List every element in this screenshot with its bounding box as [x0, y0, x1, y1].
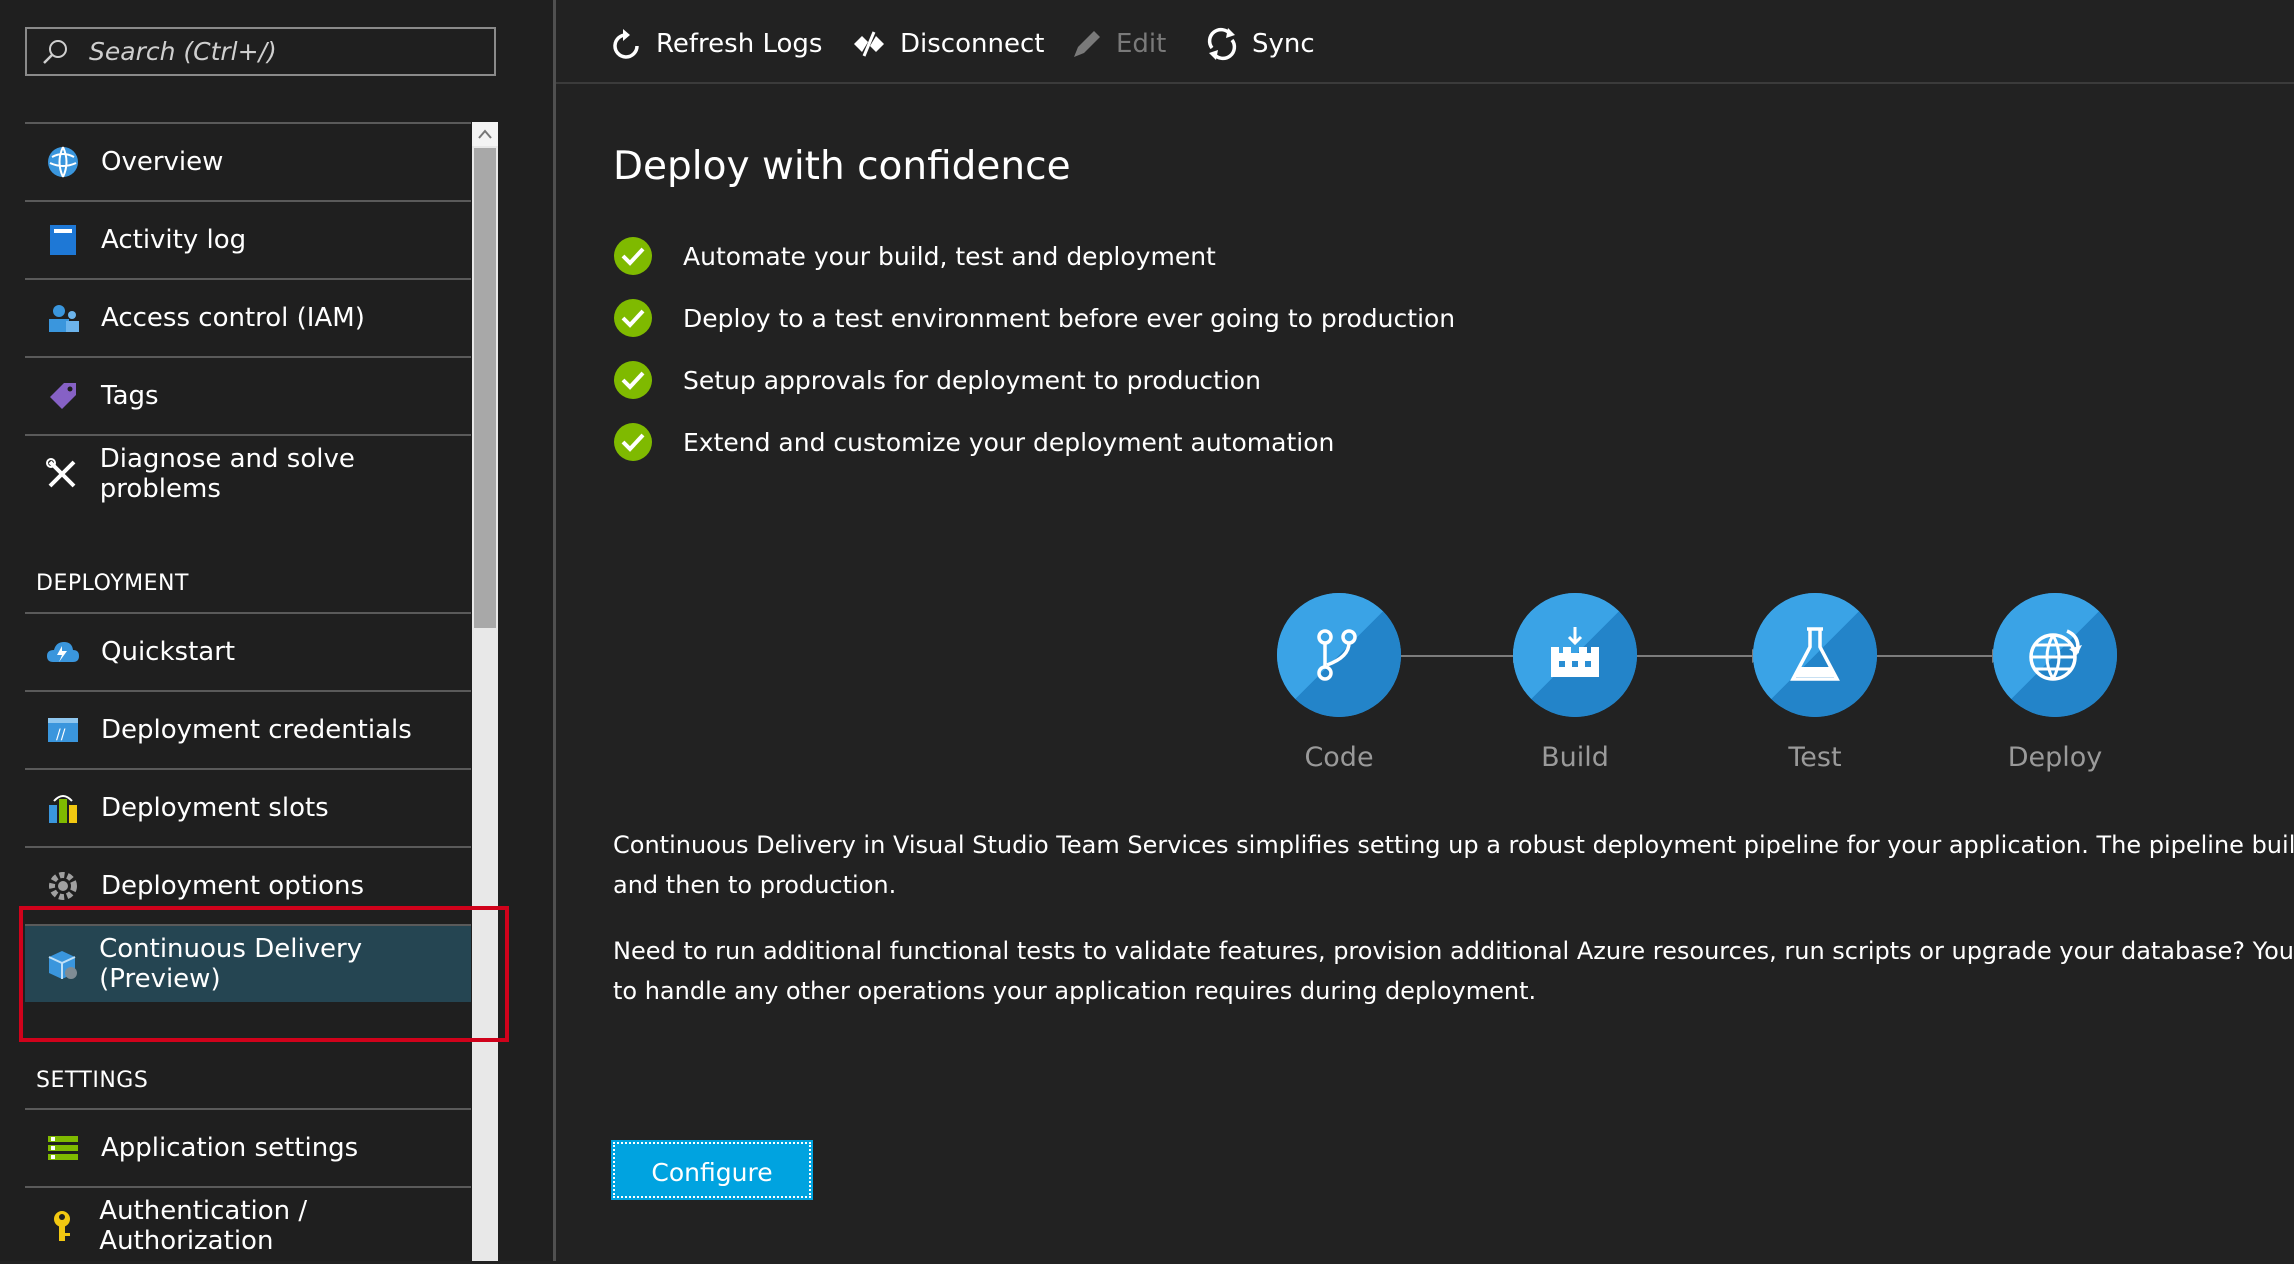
globe-deploy-icon — [2029, 629, 2082, 681]
globe-icon — [45, 144, 81, 180]
tools-icon — [45, 456, 80, 492]
settings-list-icon — [45, 1130, 81, 1166]
check-item: Extend and customize your deployment aut… — [613, 422, 1334, 462]
sidebar-item-label: Activity log — [101, 225, 247, 255]
check-item-text: Automate your build, test and deployment — [683, 241, 1216, 271]
sync-icon — [1207, 27, 1237, 61]
sidebar-item-label: Application settings — [101, 1133, 359, 1163]
disconnect-icon — [854, 31, 884, 57]
sidebar-item-authentication[interactable]: Authentication / Authorization — [25, 1186, 471, 1264]
sidebar-item-label: Access control (IAM) — [101, 303, 365, 333]
sidebar-item-label: Authentication / Authorization — [99, 1196, 308, 1256]
stage-label-deploy: Deploy — [2007, 742, 2103, 773]
scroll-thumb[interactable] — [474, 148, 496, 628]
sidebar-item-activity-log[interactable]: Activity log — [25, 200, 471, 278]
search-icon — [43, 39, 67, 64]
refresh-logs-label: Refresh Logs — [656, 29, 823, 59]
sidebar-item-deployment-slots[interactable]: Deployment slots — [25, 768, 471, 846]
check-circle-icon — [614, 423, 652, 461]
sidebar-scrollbar[interactable] — [472, 122, 498, 1261]
gear-icon — [45, 868, 81, 904]
sidebar-item-label: Quickstart — [101, 637, 236, 667]
description-paragraph-1-line-2: and then to production. — [613, 871, 897, 899]
sidebar-item-quickstart[interactable]: Quickstart — [25, 612, 471, 690]
stage-label-code: Code — [1304, 742, 1374, 773]
tag-icon — [45, 378, 81, 414]
check-circle-icon — [614, 237, 652, 275]
sidebar-item-label: Diagnose and solve problems — [99, 444, 355, 504]
sidebar: Overview Activity log Access control (IA… — [0, 0, 556, 1261]
page-heading: Deploy with confidence — [613, 144, 1071, 189]
main-content: Deploy with confidence Automate your bui… — [556, 84, 2294, 1261]
key-icon — [45, 1208, 79, 1244]
factory-icon — [1551, 627, 1599, 677]
code-stage-circle — [1277, 593, 1401, 717]
sidebar-item-tags[interactable]: Tags — [25, 356, 471, 434]
search-input[interactable] — [87, 36, 481, 67]
sidebar-item-diagnose[interactable]: Diagnose and solve problems — [25, 434, 471, 512]
sync-button[interactable]: Sync — [1204, 20, 1315, 68]
disconnect-button[interactable]: Disconnect — [850, 20, 1044, 68]
highlight-box — [19, 906, 509, 1042]
section-label-deployment: DEPLOYMENT — [36, 571, 189, 596]
sidebar-item-deployment-credentials[interactable]: // Deployment credentials — [25, 690, 471, 768]
users-icon — [45, 300, 81, 336]
scroll-up-arrow-icon[interactable] — [472, 122, 498, 146]
check-item: Automate your build, test and deployment — [613, 236, 1216, 276]
pencil-icon — [1074, 31, 1100, 57]
log-book-icon — [45, 222, 81, 258]
description-paragraph-2-line-2: to handle any other operations your appl… — [613, 977, 1537, 1005]
description-paragraph-2-line-1: Need to run additional functional tests … — [613, 937, 2294, 965]
sidebar-item-label: Overview — [101, 147, 224, 177]
build-stage-circle — [1513, 593, 1637, 717]
check-item-text: Deploy to a test environment before ever… — [683, 303, 1456, 333]
check-circle-icon — [614, 299, 652, 337]
refresh-icon — [613, 29, 639, 59]
edit-label: Edit — [1116, 29, 1167, 59]
stage-label-build: Build — [1541, 742, 1609, 773]
refresh-logs-button[interactable]: Refresh Logs — [610, 20, 822, 68]
configure-button[interactable]: Configure — [611, 1140, 813, 1200]
description-paragraph-1-line-1: Continuous Delivery in Visual Studio Tea… — [613, 831, 2294, 859]
toolbar: Refresh Logs Disconnect Edit Sync — [556, 0, 2294, 84]
check-item: Setup approvals for deployment to produc… — [613, 360, 1261, 400]
disconnect-label: Disconnect — [900, 29, 1045, 59]
deploy-stage-circle — [1993, 593, 2117, 717]
sidebar-item-access-control[interactable]: Access control (IAM) — [25, 278, 471, 356]
sidebar-item-label: Deployment credentials — [101, 715, 412, 745]
slots-icon — [45, 790, 81, 826]
sidebar-item-label: Deployment slots — [101, 793, 329, 823]
flask-icon — [1790, 627, 1840, 681]
search-box[interactable] — [25, 27, 496, 76]
section-label-settings: SETTINGS — [36, 1068, 149, 1093]
sidebar-item-label: Tags — [101, 381, 159, 411]
stage-label-test: Test — [1788, 742, 1842, 773]
credentials-icon: // — [45, 712, 81, 748]
check-item-text: Setup approvals for deployment to produc… — [683, 365, 1261, 395]
sidebar-item-label: Deployment options — [101, 871, 365, 901]
sidebar-item-application-settings[interactable]: Application settings — [25, 1108, 471, 1186]
edit-button[interactable]: Edit — [1070, 20, 1166, 68]
sync-label: Sync — [1252, 29, 1315, 59]
branch-icon — [1317, 629, 1357, 681]
svg-text://: // — [56, 727, 66, 743]
test-stage-circle — [1753, 593, 1877, 717]
sidebar-item-overview[interactable]: Overview — [25, 122, 471, 200]
cloud-bolt-icon — [45, 634, 81, 670]
check-circle-icon — [614, 361, 652, 399]
check-item: Deploy to a test environment before ever… — [613, 298, 1455, 338]
check-item-text: Extend and customize your deployment aut… — [683, 427, 1335, 457]
